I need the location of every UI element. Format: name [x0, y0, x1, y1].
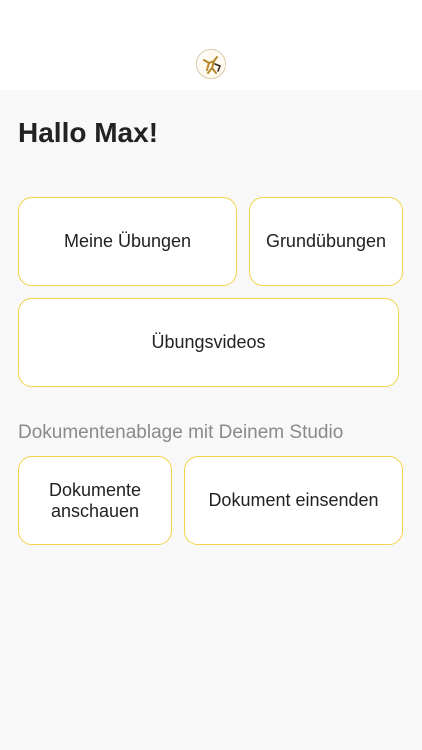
uebungsvideos-label: Übungsvideos [151, 332, 266, 352]
dokumente-anschauen-label-line2: anschauen [50, 500, 140, 521]
grunduebungen-label: Grundübungen [265, 231, 387, 251]
dokument-einsenden-label: Dokument einsenden [208, 490, 379, 510]
dokument-einsenden-button[interactable]: Dokument einsenden [184, 456, 403, 545]
meine-uebungen-label: Meine Übungen [63, 231, 192, 251]
app-header [0, 0, 422, 90]
uebungsvideos-button[interactable]: Übungsvideos [18, 298, 399, 387]
meine-uebungen-button[interactable]: Meine Übungen [18, 197, 237, 286]
dokumente-anschauen-button[interactable]: Dokumente anschauen [18, 456, 172, 545]
grunduebungen-button[interactable]: Grundübungen [249, 197, 403, 286]
studio-logo-icon [196, 49, 226, 79]
document-section-label: Dokumentenablage mit Deinem Studio [18, 422, 344, 443]
greeting-title: Hallo Max! [18, 117, 159, 148]
dokumente-anschauen-label-line1: Dokumente [48, 479, 142, 500]
